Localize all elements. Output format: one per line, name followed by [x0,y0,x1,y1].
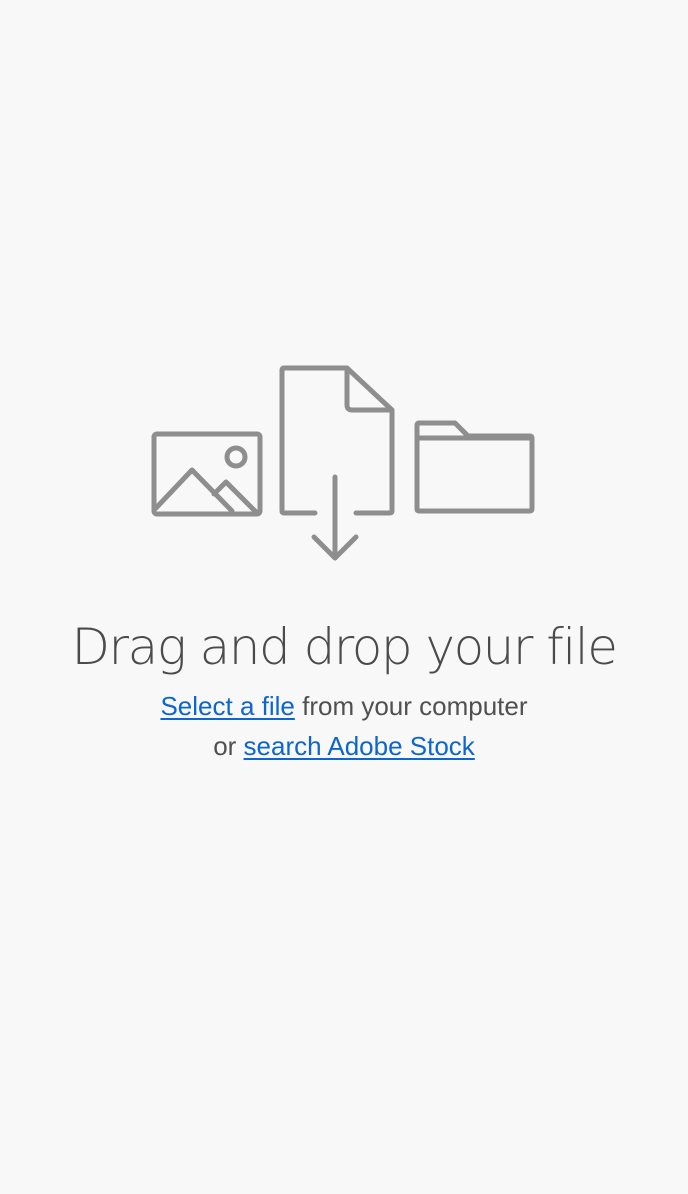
select-file-link[interactable]: Select a file [160,691,294,721]
image-icon [151,431,263,517]
file-download-icon [279,365,395,561]
search-stock-line: or search Adobe Stock [0,728,688,764]
search-adobe-stock-link[interactable]: search Adobe Stock [244,731,475,761]
search-stock-prefix: or [213,731,244,761]
select-file-suffix: from your computer [294,691,528,721]
folder-icon [414,420,535,514]
drop-headline: Drag and drop your file [71,618,618,676]
file-drop-zone[interactable]: Drag and drop your file Select a file fr… [0,0,688,1194]
drop-illustration [151,365,535,561]
select-file-line: Select a file from your computer [0,688,688,724]
